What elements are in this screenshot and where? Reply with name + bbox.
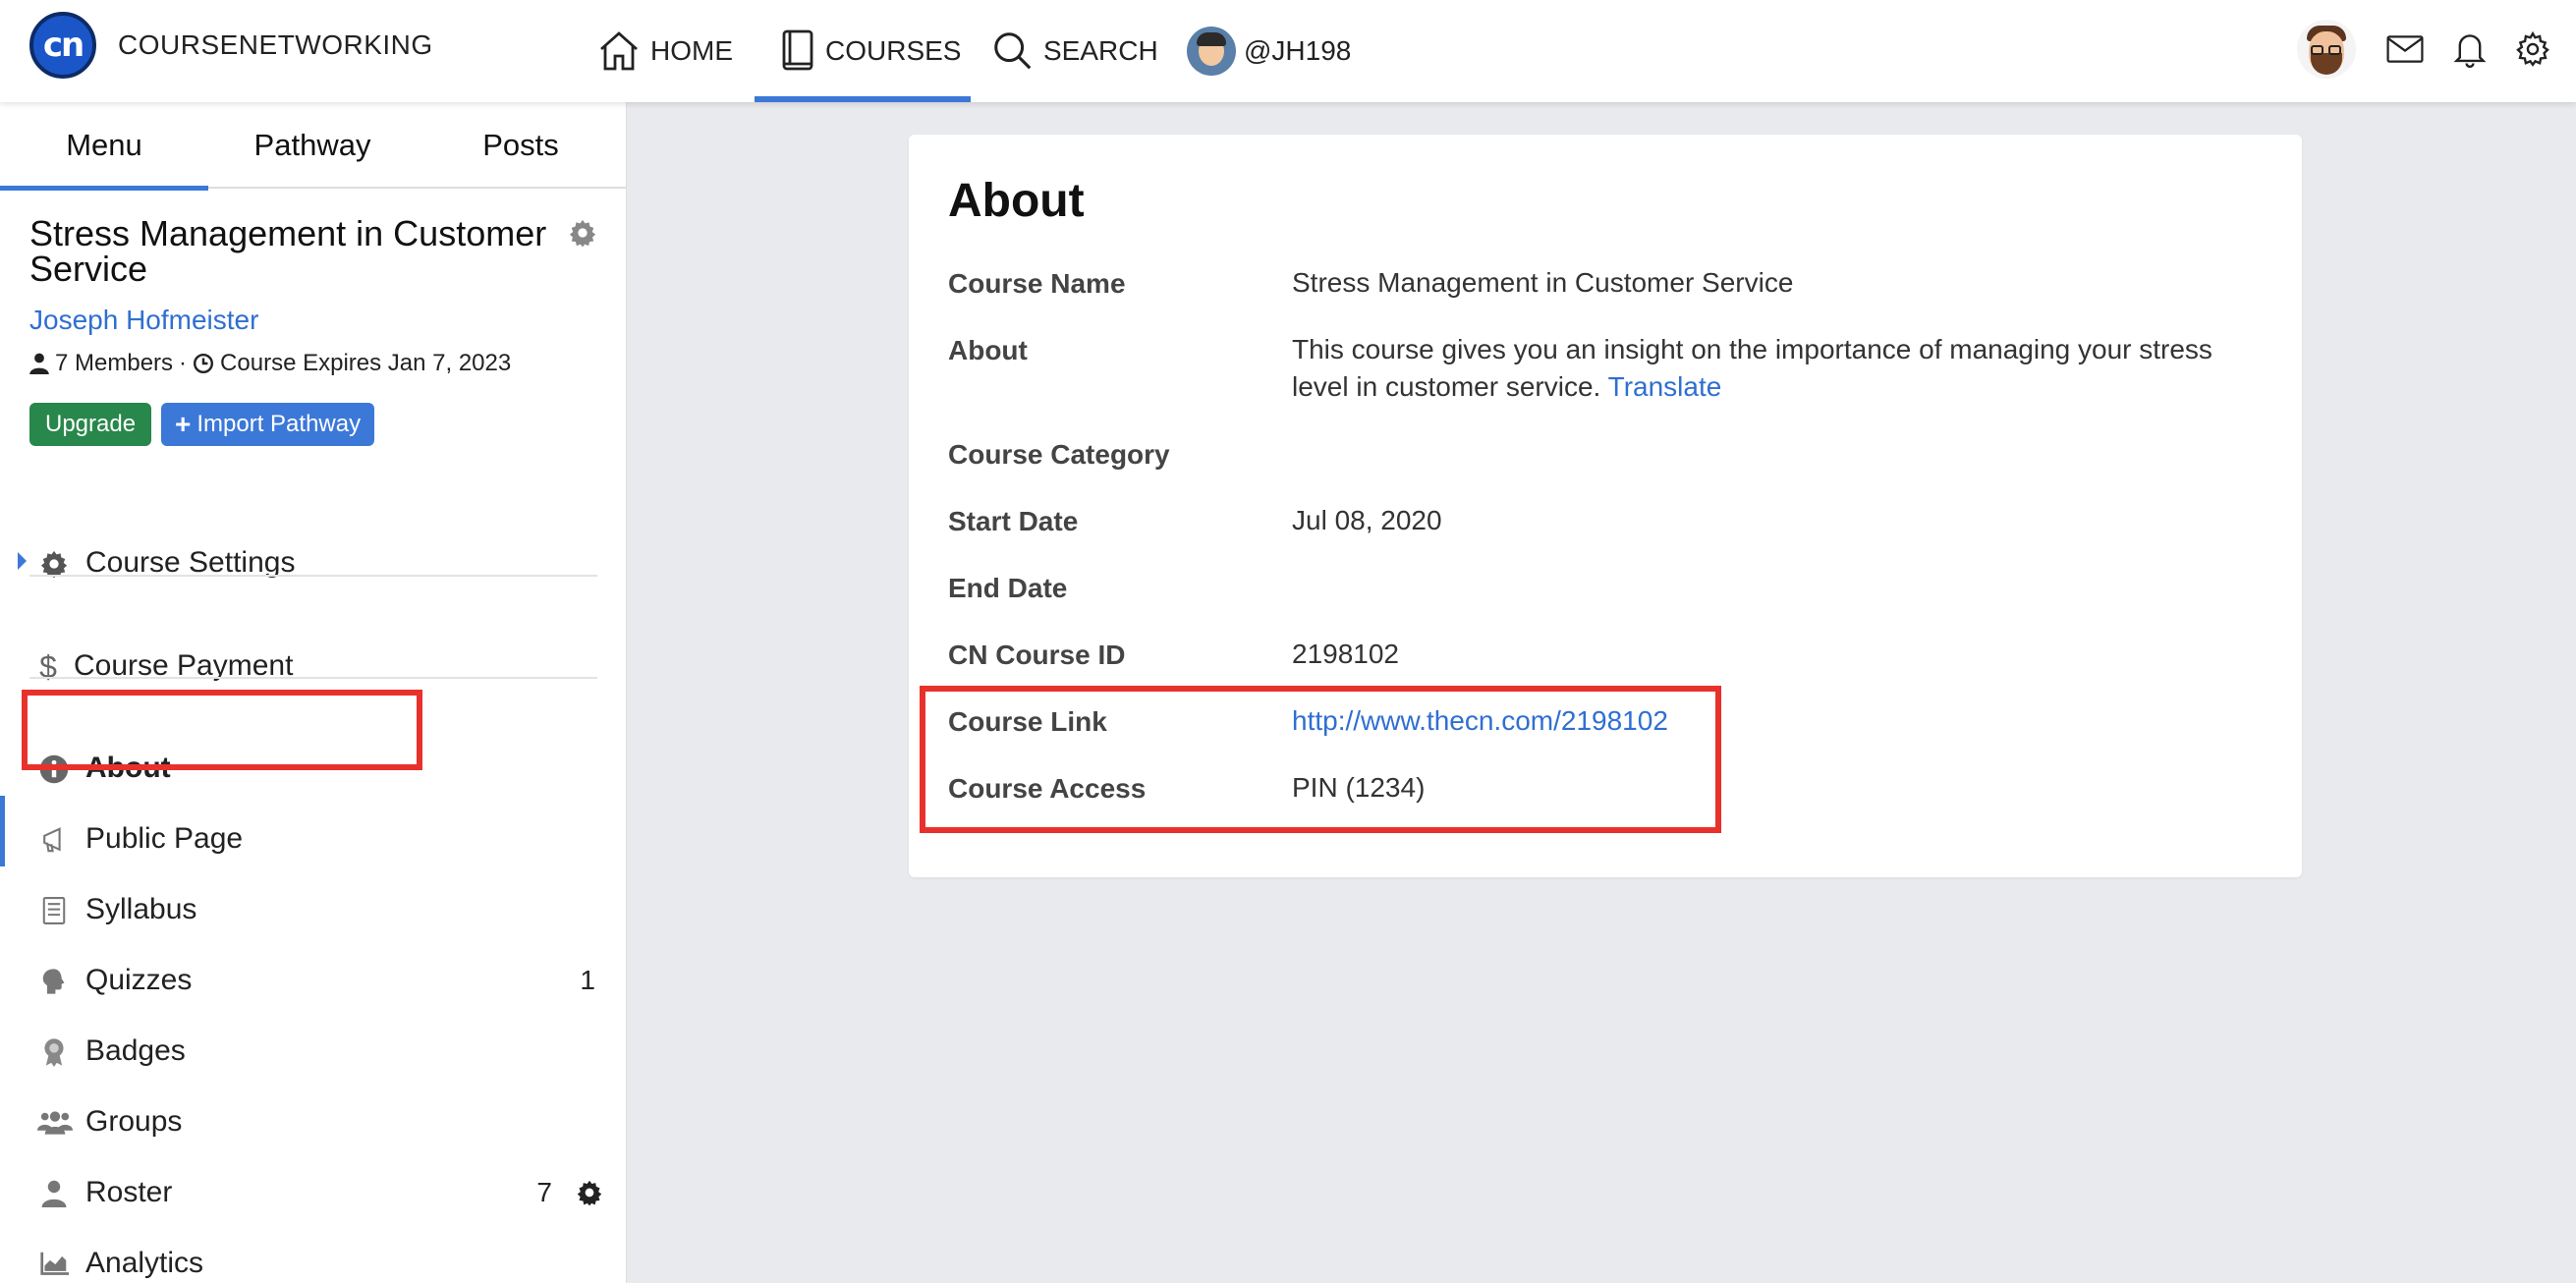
meta-separator: · — [179, 350, 188, 376]
person-icon — [39, 1179, 69, 1208]
course-meta: 7 Members · Course Expires Jan 7, 2023 — [29, 350, 511, 377]
nav-search[interactable]: SEARCH — [990, 0, 1158, 102]
tab-pathway[interactable]: Pathway — [208, 102, 417, 189]
top-navbar: cn COURSENETWORKING HOME COURSES SEARCH … — [0, 0, 2576, 102]
clock-icon — [194, 353, 214, 374]
nav-home-label: HOME — [650, 35, 733, 66]
sidebar-item-roster[interactable]: Roster 7 — [0, 1157, 627, 1228]
chart-icon — [39, 1250, 69, 1279]
roster-gear-icon[interactable] — [576, 1179, 603, 1214]
bell-icon[interactable] — [2448, 28, 2492, 71]
nav-courses-label: COURSES — [825, 35, 962, 66]
sidebar-item-label: Roster — [85, 1176, 173, 1208]
sidebar-item-label: Syllabus — [85, 893, 197, 925]
instructor-link[interactable]: Joseph Hofmeister — [29, 305, 258, 336]
course-title: Stress Management in Customer Service — [29, 213, 547, 289]
plus-icon: + — [175, 409, 192, 439]
course-expires: Course Expires Jan 7, 2023 — [220, 350, 512, 376]
nav-courses[interactable]: COURSES — [755, 0, 971, 102]
course-name-label: Course Name — [948, 268, 1126, 299]
import-pathway-label: Import Pathway — [196, 411, 362, 437]
course-id-label: CN Course ID — [948, 640, 1126, 670]
search-icon — [994, 32, 1032, 70]
start-date-value: Jul 08, 2020 — [1292, 505, 1442, 535]
tab-menu[interactable]: Menu — [0, 102, 208, 191]
nav-home[interactable]: HOME — [595, 0, 733, 102]
start-date-label: Start Date — [948, 506, 1079, 536]
tab-posts[interactable]: Posts — [417, 102, 625, 189]
mail-icon[interactable] — [2383, 28, 2427, 71]
course-link-highlight-box — [920, 686, 1721, 833]
sidebar-item-label: Analytics — [85, 1247, 204, 1279]
profile-avatar[interactable] — [2297, 20, 2356, 79]
badge-icon — [39, 1037, 69, 1067]
sidebar-item-badges[interactable]: Badges — [0, 1016, 627, 1087]
course-category-label: Course Category — [948, 439, 1170, 470]
sidebar-item-label: Badges — [85, 1034, 186, 1067]
sidebar-item-analytics[interactable]: Analytics — [0, 1228, 627, 1283]
upgrade-button[interactable]: Upgrade — [29, 403, 152, 446]
quizzes-count: 1 — [580, 965, 595, 995]
sidebar-item-syllabus[interactable]: Syllabus — [0, 874, 627, 945]
nav-search-label: SEARCH — [1043, 35, 1158, 66]
book-icon — [782, 29, 813, 71]
about-highlight-box — [22, 690, 422, 770]
sidebar-item-groups[interactable]: Groups — [0, 1087, 627, 1157]
sidebar-item-quizzes[interactable]: Quizzes 1 — [0, 945, 627, 1016]
course-gear-icon[interactable] — [568, 218, 597, 252]
sidebar-item-public-page[interactable]: Public Page — [0, 804, 627, 874]
groups-icon — [37, 1108, 73, 1138]
gear-icon[interactable] — [2511, 28, 2554, 71]
cn-logo[interactable]: cn — [29, 12, 96, 79]
course-id-value: 2198102 — [1292, 639, 1400, 669]
about-text: This course gives you an insight on the … — [1292, 334, 2212, 402]
brand-name[interactable]: COURSENETWORKING — [118, 29, 433, 61]
sidebar-item-label: Quizzes — [85, 964, 193, 996]
members-count: 7 Members — [55, 350, 174, 376]
nav-user-label: @JH198 — [1244, 35, 1352, 66]
brain-icon — [39, 967, 69, 996]
end-date-label: End Date — [948, 573, 1068, 603]
sidebar-item-label: Public Page — [85, 822, 244, 855]
about-label: About — [948, 335, 1028, 365]
nav-user-profile[interactable]: @JH198 — [1187, 0, 1351, 102]
translate-link[interactable]: Translate — [1608, 371, 1722, 402]
menu-divider — [29, 575, 597, 577]
user-avatar — [1187, 27, 1236, 76]
sidebar-item-course-settings[interactable]: Course Settings — [0, 528, 627, 598]
sidebar-tabs: Menu Pathway Posts — [0, 102, 627, 191]
caret-right-icon — [18, 552, 27, 570]
about-value: This course gives you an insight on the … — [1292, 331, 2274, 406]
roster-count: 7 — [536, 1177, 552, 1207]
megaphone-icon — [39, 825, 69, 855]
logo-text: cn — [42, 26, 84, 65]
about-title: About — [948, 175, 1085, 227]
course-name-value: Stress Management in Customer Service — [1292, 267, 1794, 298]
active-nav-underline — [755, 96, 971, 102]
import-pathway-button[interactable]: + Import Pathway — [161, 403, 375, 446]
home-icon — [600, 31, 638, 71]
person-icon — [29, 353, 49, 374]
sidebar-item-label: Groups — [85, 1105, 183, 1138]
document-icon — [39, 896, 69, 925]
menu-divider — [29, 677, 597, 679]
